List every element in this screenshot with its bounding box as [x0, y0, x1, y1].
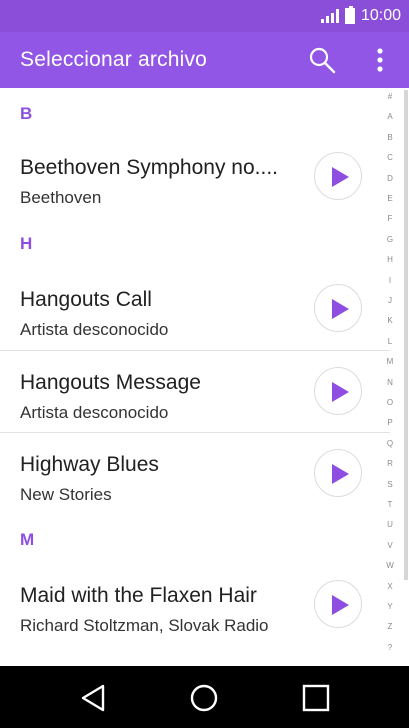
index-letter[interactable]: E	[380, 194, 400, 203]
index-letter[interactable]: M	[380, 357, 400, 366]
recent-apps-icon[interactable]	[302, 684, 330, 717]
index-letter[interactable]: W	[380, 561, 400, 570]
scrollbar[interactable]	[404, 90, 408, 580]
index-letter[interactable]: T	[380, 500, 400, 509]
status-icons: 10:00	[320, 6, 401, 26]
play-icon	[332, 595, 349, 615]
status-bar: 10:00	[0, 0, 409, 32]
index-letter[interactable]: P	[380, 418, 400, 427]
index-letter[interactable]: O	[380, 398, 400, 407]
index-letter[interactable]: I	[380, 276, 400, 285]
index-letter[interactable]: Y	[380, 602, 400, 611]
play-button[interactable]	[314, 449, 362, 497]
list-item[interactable]: Highway Blues New Stories	[0, 433, 390, 515]
track-title: Highway Blues	[20, 453, 159, 476]
alphabet-index[interactable]: # A B C D E F G H I J K L M N O P Q R S T U V W X Y Z?	[380, 88, 400, 666]
index-letter[interactable]: A	[380, 112, 400, 121]
status-time: 10:00	[360, 7, 401, 24]
index-letter[interactable]: X	[380, 582, 400, 591]
list-item[interactable]: Beethoven Symphony no.... Beethoven	[0, 136, 390, 218]
index-letter[interactable]: V	[380, 541, 400, 550]
signal-icon	[320, 9, 339, 23]
index-letter[interactable]: J	[380, 296, 400, 305]
index-letter[interactable]: L	[380, 337, 400, 346]
play-button[interactable]	[314, 367, 362, 415]
search-icon[interactable]	[308, 46, 336, 74]
list-item[interactable]: Maid with the Flaxen Hair Richard Stoltz…	[0, 564, 390, 646]
index-letter[interactable]: S	[380, 480, 400, 489]
more-vert-icon[interactable]	[366, 46, 394, 74]
battery-icon	[344, 6, 355, 24]
index-letter[interactable]: B	[380, 133, 400, 142]
index-letter[interactable]: U	[380, 520, 400, 529]
track-artist: Richard Stoltzman, Slovak Radio	[20, 616, 269, 635]
play-button[interactable]	[314, 284, 362, 332]
home-icon[interactable]	[190, 684, 218, 717]
section-header-b: B	[20, 104, 33, 123]
back-icon[interactable]	[80, 684, 106, 717]
track-title: Beethoven Symphony no....	[20, 156, 278, 179]
index-letter[interactable]: C	[380, 153, 400, 162]
track-artist: Beethoven	[20, 188, 102, 207]
index-letter[interactable]: D	[380, 174, 400, 183]
index-letter[interactable]: Q	[380, 439, 400, 448]
index-letter[interactable]: N	[380, 378, 400, 387]
section-header-h: H	[20, 234, 33, 253]
track-artist: Artista desconocido	[20, 320, 169, 339]
track-title: Hangouts Call	[20, 288, 152, 311]
index-letter[interactable]: #	[380, 92, 400, 101]
index-letter[interactable]: Z	[380, 622, 400, 631]
play-button[interactable]	[314, 580, 362, 628]
file-list: B Beethoven Symphony no.... Beethoven H …	[0, 88, 390, 666]
list-item[interactable]: Hangouts Call Artista desconocido	[0, 268, 390, 350]
play-button[interactable]	[314, 152, 362, 200]
list-item[interactable]: Hangouts Message Artista desconocido	[0, 351, 390, 433]
index-letter[interactable]: ?	[380, 643, 400, 652]
page-title: Seleccionar archivo	[20, 48, 208, 71]
track-title: Maid with the Flaxen Hair	[20, 584, 257, 607]
navigation-bar	[0, 666, 409, 728]
index-letter[interactable]: H	[380, 255, 400, 264]
index-letter[interactable]: R	[380, 459, 400, 468]
play-icon	[332, 464, 349, 484]
play-icon	[332, 167, 349, 187]
index-letter[interactable]: G	[380, 235, 400, 244]
track-artist: Artista desconocido	[20, 403, 169, 422]
app-bar: Seleccionar archivo	[0, 32, 409, 88]
index-letter[interactable]: K	[380, 316, 400, 325]
index-letter[interactable]: F	[380, 214, 400, 223]
section-header-m: M	[20, 530, 35, 549]
play-icon	[332, 382, 349, 402]
play-icon	[332, 299, 349, 319]
track-artist: New Stories	[20, 485, 112, 504]
track-title: Hangouts Message	[20, 371, 201, 394]
